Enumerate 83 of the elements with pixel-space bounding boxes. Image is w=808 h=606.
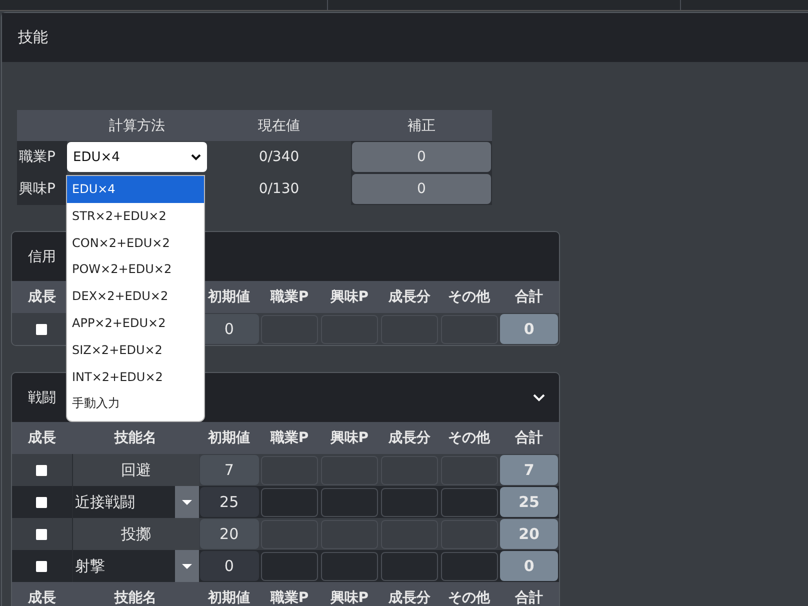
column-header: 成長 [28, 429, 56, 447]
column-header: その他 [448, 288, 490, 306]
column-header: 成長 [28, 288, 56, 306]
points-input[interactable] [260, 552, 318, 580]
bonus-field[interactable]: 0 [352, 142, 491, 172]
group-title: 信用 [28, 248, 56, 266]
menu-option[interactable]: 手動入力 [67, 390, 204, 418]
menu-option[interactable]: STR×2+EDU×2 [67, 202, 204, 230]
method-select[interactable]: EDU×4 [67, 142, 207, 172]
column-header: その他 [448, 589, 490, 606]
points-input[interactable] [260, 488, 318, 516]
points-input[interactable] [380, 488, 438, 516]
checkbox[interactable] [36, 528, 48, 540]
total-value: 0 [500, 314, 558, 344]
menu-option[interactable]: CON×2+EDU×2 [67, 230, 204, 256]
total-value: 25 [500, 487, 558, 517]
dropdown-button[interactable] [174, 486, 199, 518]
total-value: 20 [500, 519, 558, 549]
column-header: 技能名 [114, 429, 156, 447]
bonus-field[interactable]: 0 [352, 174, 491, 204]
current-value: 0/340 [207, 141, 351, 173]
points-input[interactable] [440, 520, 498, 548]
column-header: 合計 [515, 429, 544, 447]
caret-icon [182, 500, 192, 504]
column-header: 現在値 [257, 116, 301, 136]
menu-option[interactable]: DEX×2+EDU×2 [67, 283, 204, 310]
points-input[interactable] [320, 488, 378, 516]
points-input[interactable] [440, 552, 498, 580]
checkbox[interactable] [36, 560, 48, 572]
points-input[interactable] [320, 520, 378, 548]
base-value: 7 [200, 455, 259, 485]
total-value: 0 [500, 551, 558, 581]
column-header: 成長分 [388, 429, 430, 447]
column-header: 興味P [330, 429, 369, 447]
points-input[interactable] [260, 520, 318, 548]
skill-name: 回避 [120, 460, 151, 480]
column-header: 職業P [270, 589, 309, 606]
column-header: 合計 [515, 589, 544, 606]
checkbox[interactable] [36, 324, 48, 334]
chevron-icon [191, 154, 201, 160]
points-input[interactable] [380, 314, 438, 344]
column-header: 初期値 [208, 288, 250, 306]
column-header: 補正 [406, 116, 436, 134]
points-input[interactable] [320, 314, 378, 344]
current-value: 0/130 [207, 173, 351, 205]
points-input[interactable] [440, 456, 498, 484]
column-header: 計算方法 [108, 116, 166, 134]
column-header: 職業P [270, 288, 309, 306]
points-input[interactable] [320, 552, 378, 580]
base-value: 0 [200, 551, 259, 581]
points-input[interactable] [260, 314, 318, 344]
column-header: 成長 [28, 589, 56, 606]
points-input[interactable] [380, 456, 438, 484]
points-input[interactable] [440, 314, 498, 344]
points-input[interactable] [380, 552, 438, 580]
checkbox[interactable] [36, 464, 48, 476]
column-header: 興味P [330, 589, 369, 606]
column-header: 成長分 [388, 589, 430, 606]
column-header: 興味P [330, 288, 369, 306]
checkbox[interactable] [36, 496, 48, 508]
points-input[interactable] [380, 520, 438, 548]
menu-option[interactable]: POW×2+EDU×2 [67, 256, 204, 284]
column-header: その他 [448, 429, 490, 447]
section-title: 技能 [18, 28, 48, 47]
column-header: 初期値 [208, 429, 250, 447]
points-input[interactable] [440, 488, 498, 516]
group-title: 戦闘 [28, 388, 56, 406]
menu-option[interactable]: EDU×4 [67, 176, 204, 203]
column-header: 初期値 [208, 589, 250, 606]
skill-name: 投擲 [120, 524, 151, 544]
points-input[interactable] [320, 456, 378, 484]
menu-option[interactable]: INT×2+EDU×2 [67, 364, 204, 390]
column-header: 職業P [270, 429, 309, 447]
column-header: 合計 [515, 288, 544, 306]
dropdown-button[interactable] [174, 550, 199, 582]
caret-icon [182, 564, 192, 568]
column-header: 成長分 [388, 288, 430, 306]
points-input[interactable] [260, 456, 318, 484]
base-value: 20 [200, 519, 259, 549]
column-header: 技能名 [114, 589, 156, 606]
total-value: 7 [500, 455, 558, 485]
chevron-icon[interactable] [533, 394, 545, 402]
base-value: 25 [200, 487, 259, 517]
